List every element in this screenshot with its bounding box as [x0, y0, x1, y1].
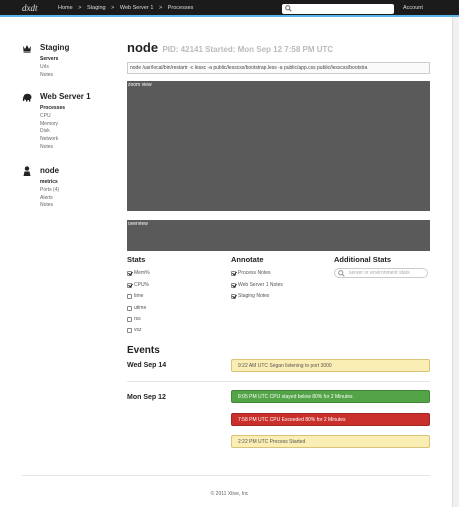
annotate-checkbox[interactable]: Process Notes: [231, 270, 271, 276]
breadcrumb-separator: >: [78, 5, 82, 11]
elephant-icon: [22, 93, 32, 102]
breadcrumb-separator: >: [111, 5, 115, 11]
breadcrumb-separator: >: [158, 5, 163, 11]
sidebar-item-memory[interactable]: Memory: [40, 121, 65, 129]
checkbox-label: Web Server 1 Notes: [238, 282, 283, 288]
sidebar-item-metrics[interactable]: metrics: [40, 179, 59, 187]
checkbox-label: Staging Notes: [238, 293, 270, 299]
annotate-checkbox[interactable]: Staging Notes: [231, 293, 269, 299]
checkbox[interactable]: [231, 270, 236, 276]
checkbox[interactable]: [127, 316, 132, 322]
overview-label: overview: [128, 221, 148, 227]
checkbox-label: Mem%: [134, 270, 150, 276]
overview-chart[interactable]: overview: [127, 220, 430, 251]
stat-checkbox[interactable]: Mem%: [127, 270, 150, 276]
sidebar-item-processes[interactable]: Processes: [40, 105, 65, 113]
annotate-checkbox[interactable]: Web Server 1 Notes: [231, 282, 283, 288]
sidebar-item-alerts[interactable]: Alerts: [40, 195, 59, 203]
checkbox-label: time: [134, 293, 144, 299]
sidebar-list: Processes CPU Memory Disk Network Notes: [40, 105, 65, 152]
top-navbar: dxdt Home > Staging > Web Server 1 > Pro…: [0, 0, 459, 17]
checkbox[interactable]: [127, 270, 132, 276]
account-link[interactable]: Account: [403, 5, 423, 11]
stats-title: Stats: [127, 255, 146, 264]
sidebar-item-servers[interactable]: Servers: [40, 56, 58, 64]
event-day-label: Mon Sep 12: [127, 394, 166, 401]
additional-stats-title: Additional Stats: [334, 255, 392, 264]
sidebar-item-ports[interactable]: Ports (4): [40, 187, 59, 195]
command-line: node /usr/local/bin/restartr -c lessc -a…: [127, 62, 430, 74]
footer-copyright: © 2011 Xtive, Inc: [210, 491, 249, 497]
checkbox-label: rss: [134, 316, 141, 322]
additional-stats-placeholder: server or environment stats: [349, 270, 410, 276]
breadcrumb: Home > Staging > Web Server 1 > Processe…: [58, 5, 197, 11]
sidebar-item-cpu[interactable]: CPU: [40, 113, 65, 121]
breadcrumb-staging[interactable]: Staging: [87, 5, 106, 11]
zoom-view-label: zoom view: [128, 82, 152, 88]
annotate-title: Annotate: [231, 255, 264, 264]
breadcrumb-processes[interactable]: Processes: [168, 5, 194, 11]
checkbox-label: CPU%: [134, 282, 150, 288]
stat-checkbox[interactable]: rss: [127, 316, 141, 322]
checkbox-label: vsz: [134, 327, 142, 333]
sidebar-item-notes[interactable]: Notes: [40, 202, 59, 210]
events-title: Events: [127, 345, 160, 356]
event-entry[interactable]: 8:05 PM UTC CPU stayed below 80% for 2 M…: [231, 390, 430, 403]
page-title: node PID: 42141 Started: Mon Sep 12 7:58…: [127, 40, 333, 55]
search-icon: [338, 270, 345, 277]
app-logo[interactable]: dxdt: [22, 3, 38, 13]
person-icon: [23, 166, 31, 176]
checkbox[interactable]: [127, 293, 132, 299]
event-day-label: Wed Sep 14: [127, 362, 167, 369]
sidebar-item-disk[interactable]: Disk: [40, 128, 65, 136]
divider: [127, 381, 430, 382]
global-search-input[interactable]: [282, 4, 394, 14]
sidebar-title[interactable]: Web Server 1: [40, 92, 91, 101]
breadcrumb-web-server[interactable]: Web Server 1: [120, 5, 154, 11]
sidebar-list: Servers Urls Notes: [40, 56, 58, 79]
sidebar-item-network[interactable]: Network: [40, 136, 65, 144]
checkbox[interactable]: [231, 293, 236, 299]
event-entry[interactable]: 7:58 PM UTC CPU Exceeded 80% for 2 Minut…: [231, 413, 430, 426]
crown-icon: [23, 45, 31, 53]
stat-checkbox[interactable]: utime: [127, 305, 146, 311]
checkbox[interactable]: [127, 305, 132, 311]
sidebar-item-notes[interactable]: Notes: [40, 144, 65, 152]
checkbox[interactable]: [231, 282, 236, 288]
additional-stats-input[interactable]: server or environment stats: [334, 268, 428, 278]
process-meta: PID: 42141 Started: Mon Sep 12 7:58 PM U…: [162, 45, 334, 54]
event-entry[interactable]: 9:22 AM UTC Segan listening to port 3000: [231, 359, 430, 372]
stat-checkbox[interactable]: CPU%: [127, 282, 149, 288]
checkbox[interactable]: [127, 327, 132, 333]
event-entry[interactable]: 2:22 PM UTC Process Started: [231, 435, 430, 448]
sidebar-title[interactable]: Staging: [40, 43, 69, 52]
sidebar-item-urls[interactable]: Urls: [40, 64, 58, 72]
stat-checkbox[interactable]: vsz: [127, 327, 142, 333]
zoom-view-chart[interactable]: zoom view: [127, 81, 430, 211]
divider: [22, 475, 430, 476]
checkbox[interactable]: [127, 282, 132, 288]
sidebar-list: metrics Ports (4) Alerts Notes: [40, 179, 59, 210]
checkbox-label: utime: [134, 305, 147, 311]
stat-checkbox[interactable]: time: [127, 293, 143, 299]
sidebar-title[interactable]: node: [40, 166, 59, 175]
process-name: node: [127, 40, 159, 55]
breadcrumb-home[interactable]: Home: [58, 5, 73, 11]
search-icon: [285, 5, 292, 12]
page-scrollbar[interactable]: [452, 17, 459, 507]
checkbox-label: Process Notes: [238, 270, 271, 276]
sidebar-item-notes[interactable]: Notes: [40, 72, 58, 80]
